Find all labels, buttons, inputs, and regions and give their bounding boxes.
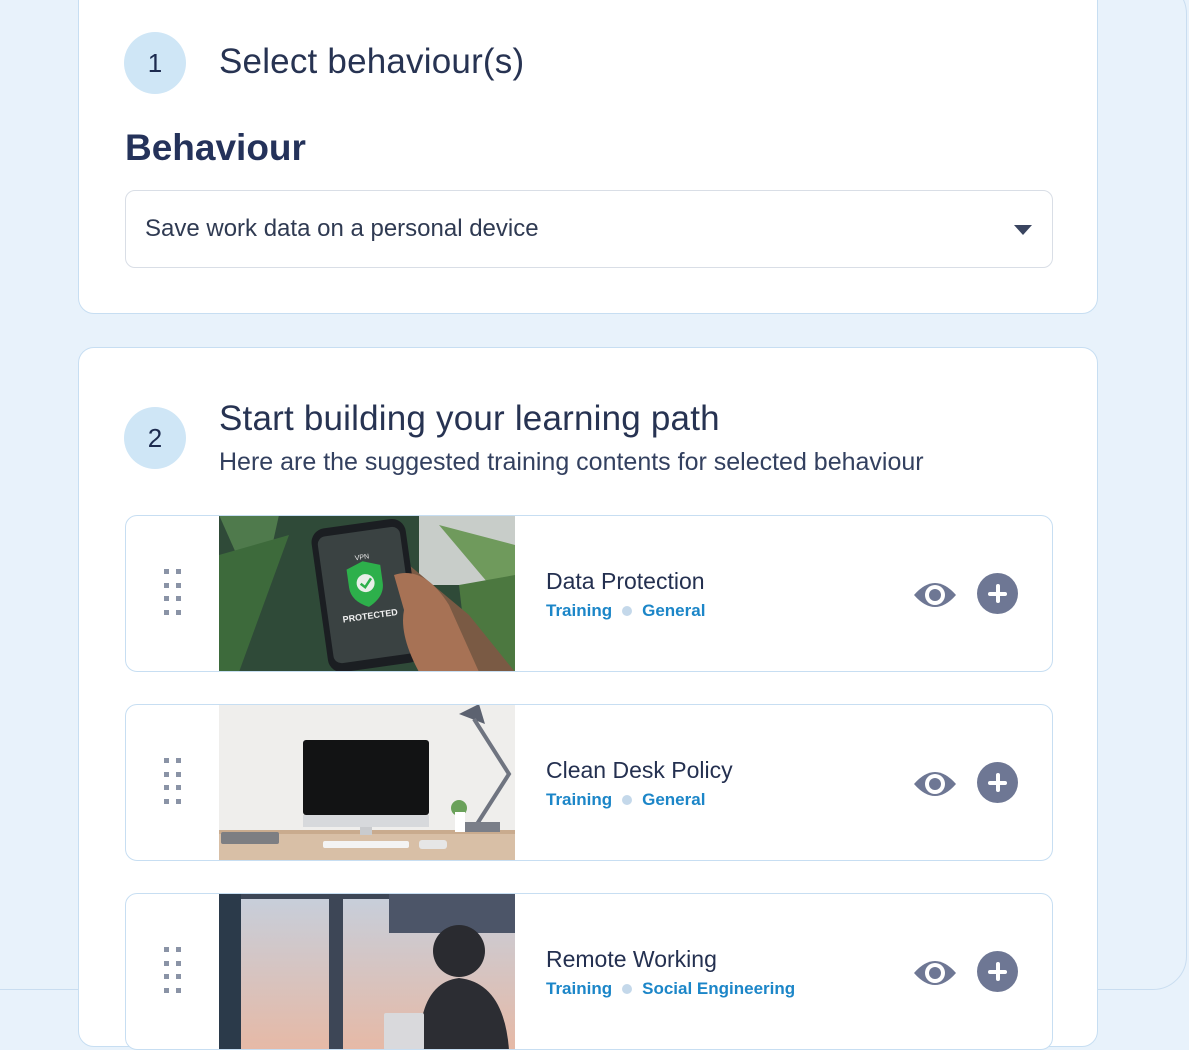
separator-dot <box>622 984 633 994</box>
separator-dot <box>622 795 633 805</box>
content-thumbnail: VPN PROTECTED <box>219 516 515 671</box>
content-tags: Training Social Engineering <box>546 979 795 999</box>
behaviour-select-value: Save work data on a personal device <box>145 215 539 242</box>
content-category-tag: General <box>642 601 706 620</box>
content-title: Clean Desk Policy <box>546 757 733 783</box>
drag-handle-icon[interactable] <box>164 758 182 808</box>
drag-handle-icon[interactable] <box>164 947 182 997</box>
behaviour-field-label: Behaviour <box>125 127 306 168</box>
select-behaviour-card: 1 Select behaviour(s) Behaviour Save wor… <box>78 0 1098 314</box>
plus-circle-icon[interactable] <box>977 951 1018 992</box>
separator-dot <box>622 606 633 616</box>
step-number-badge: 1 <box>124 32 186 94</box>
content-item[interactable]: Remote Working Training Social Engineeri… <box>125 893 1053 1050</box>
eye-icon[interactable] <box>912 572 958 618</box>
content-title: Remote Working <box>546 946 717 972</box>
content-item[interactable]: Clean Desk Policy Training General <box>125 704 1053 861</box>
content-item[interactable]: VPN PROTECTED Data Protection Training G… <box>125 515 1053 672</box>
step-subtitle: Here are the suggested training contents… <box>219 448 924 476</box>
drag-handle-icon[interactable] <box>164 569 182 619</box>
step-title: Start building your learning path <box>219 399 720 438</box>
content-tags: Training General <box>546 790 705 810</box>
behaviour-select[interactable]: Save work data on a personal device <box>125 190 1053 268</box>
content-category-tag: General <box>642 790 706 809</box>
content-tags: Training General <box>546 601 705 621</box>
caret-down-icon <box>1014 225 1032 235</box>
plus-circle-icon[interactable] <box>977 573 1018 614</box>
content-type-tag: Training <box>546 790 613 809</box>
content-thumbnail <box>219 894 515 1049</box>
content-type-tag: Training <box>546 601 613 620</box>
content-thumbnail <box>219 705 515 860</box>
step-number-badge: 2 <box>124 407 186 469</box>
content-type-tag: Training <box>546 979 613 998</box>
step-title: Select behaviour(s) <box>219 42 525 81</box>
content-title: Data Protection <box>546 568 705 594</box>
learning-path-card: 2 Start building your learning path Here… <box>78 347 1098 1050</box>
plus-circle-icon[interactable] <box>977 762 1018 803</box>
content-category-tag: Social Engineering <box>642 979 796 998</box>
eye-icon[interactable] <box>912 950 958 996</box>
eye-icon[interactable] <box>912 761 958 807</box>
